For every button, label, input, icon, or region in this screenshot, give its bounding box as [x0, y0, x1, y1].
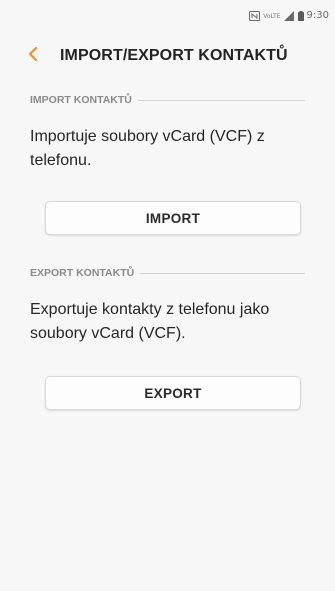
import-description: Importuje soubory vCard (VCF) z telefonu…: [30, 128, 265, 169]
volte-icon: VoLTE: [263, 12, 281, 20]
export-button[interactable]: EXPORT: [45, 376, 301, 410]
import-section-header: IMPORT KONTAKTŮ: [30, 93, 305, 107]
battery-icon: [297, 11, 304, 21]
export-description: Exportuje kontakty z telefonu jako soubo…: [30, 301, 270, 342]
nfc-icon: [249, 11, 261, 21]
back-button[interactable]: [22, 45, 44, 67]
chevron-left-icon: [28, 46, 38, 66]
page-title: IMPORT/EXPORT KONTAKTŮ: [60, 47, 288, 64]
status-icons: VoLTE 9:30: [249, 10, 329, 22]
export-section-header: EXPORT KONTAKTŮ: [30, 266, 305, 280]
status-bar: VoLTE 9:30: [0, 0, 335, 30]
status-time: 9:30: [306, 10, 329, 21]
export-section-label: EXPORT KONTAKTŮ: [30, 267, 135, 279]
signal-icon: [283, 11, 295, 21]
import-section-label: IMPORT KONTAKTŮ: [30, 94, 132, 106]
section-divider: [140, 272, 305, 274]
import-button[interactable]: IMPORT: [45, 201, 301, 235]
section-divider: [137, 99, 305, 101]
export-section: EXPORT KONTAKTŮ Exportuje kontakty z tel…: [30, 266, 305, 346]
import-section: IMPORT KONTAKTŮ Importuje soubory vCard …: [30, 93, 305, 173]
app-bar: IMPORT/EXPORT KONTAKTŮ: [0, 33, 335, 83]
